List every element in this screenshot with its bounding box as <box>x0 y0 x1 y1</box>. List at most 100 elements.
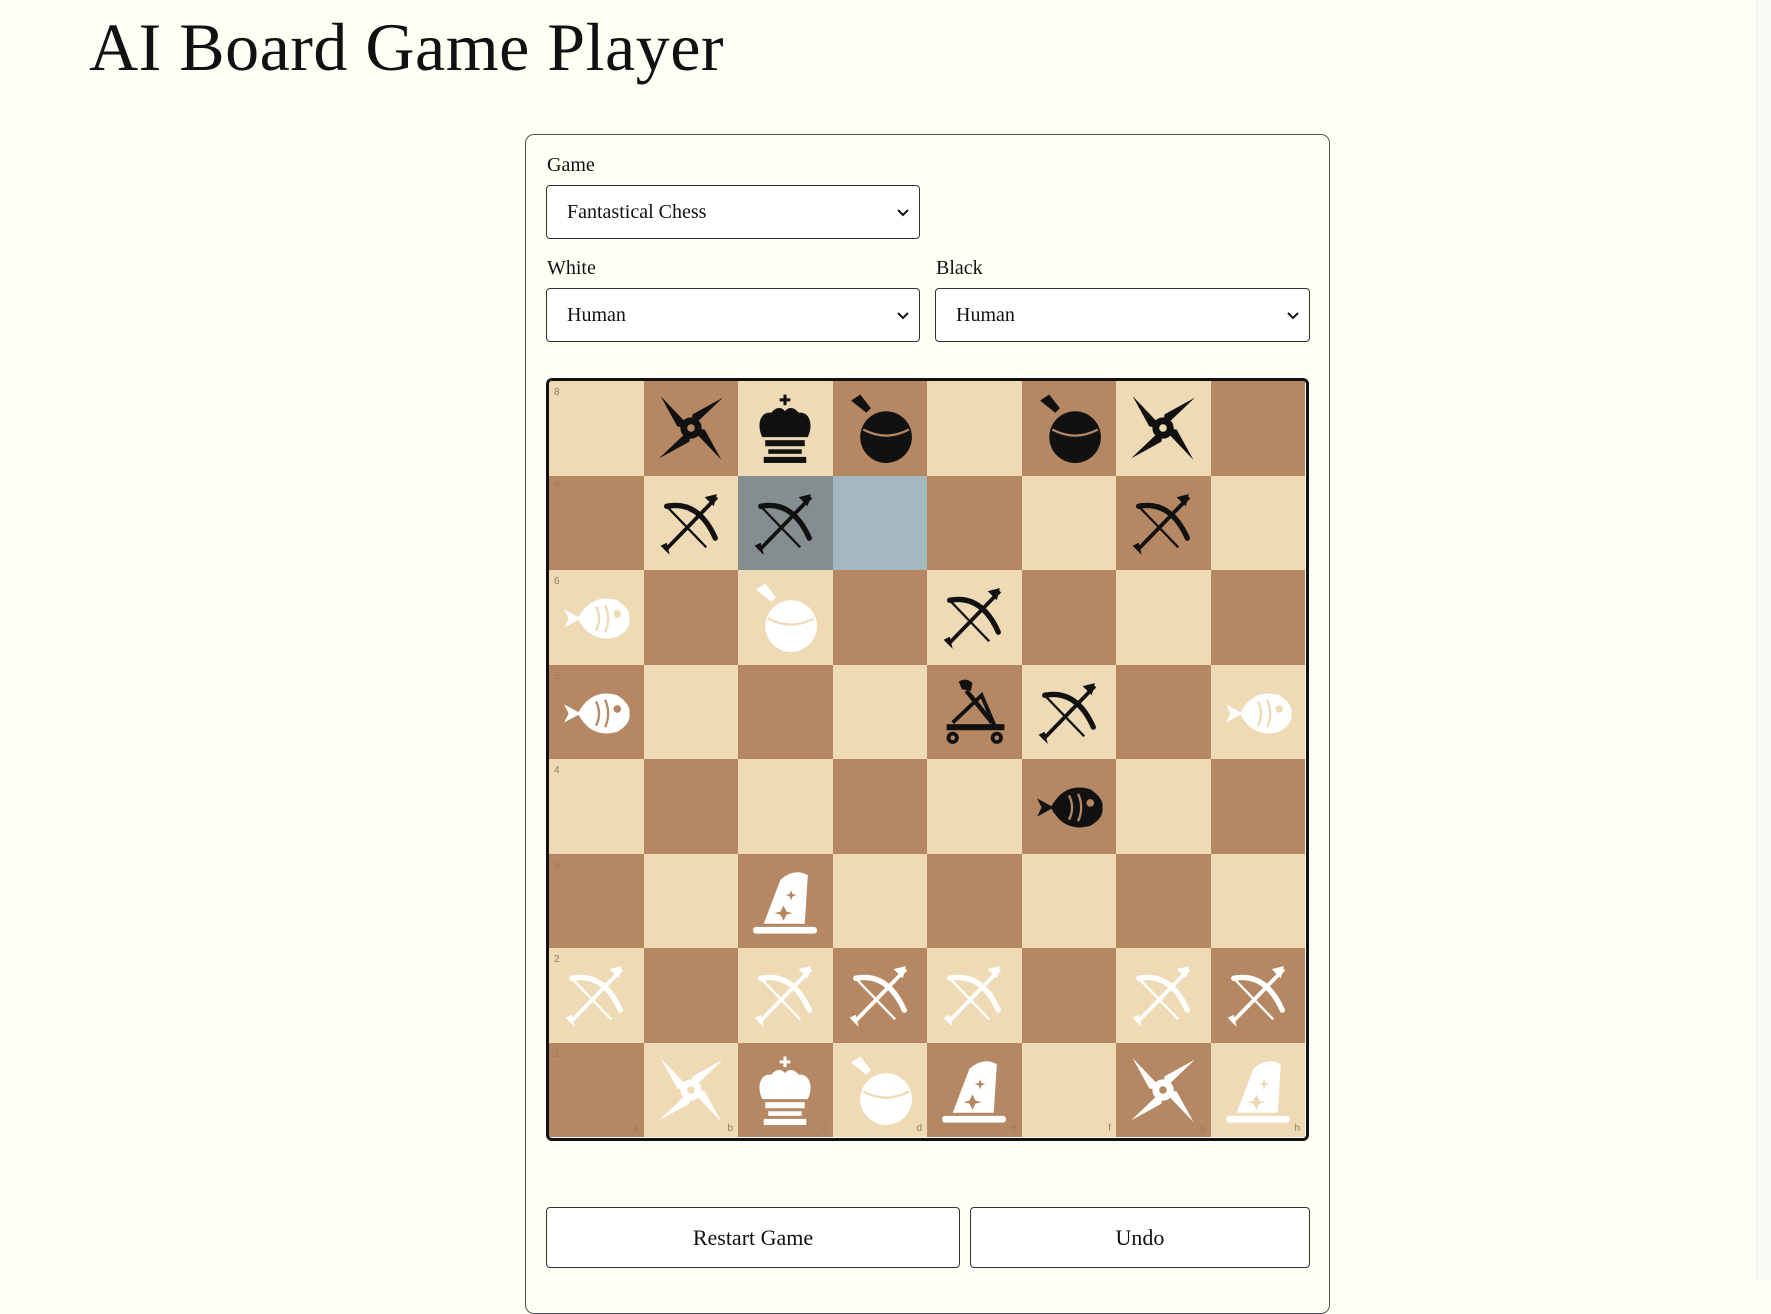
white-fish-icon[interactable] <box>558 674 634 750</box>
square-f5[interactable] <box>1021 664 1116 759</box>
square-d5[interactable] <box>832 664 927 759</box>
black-bow-arrow-icon[interactable] <box>747 485 823 561</box>
square-f7[interactable] <box>1021 475 1116 570</box>
square-c7[interactable] <box>738 475 833 570</box>
square-h8[interactable] <box>1210 381 1305 476</box>
square-a3[interactable]: 3 <box>549 853 644 948</box>
square-g4[interactable] <box>1116 759 1211 854</box>
square-d6[interactable] <box>832 570 927 665</box>
square-c4[interactable] <box>738 759 833 854</box>
white-fish-icon[interactable] <box>558 579 634 655</box>
square-d2[interactable] <box>832 948 927 1043</box>
restart-game-button[interactable]: Restart Game <box>546 1207 960 1268</box>
square-b3[interactable] <box>643 853 738 948</box>
black-catapult-icon[interactable] <box>936 674 1012 750</box>
square-a6[interactable]: 6 <box>549 570 644 665</box>
square-c6[interactable] <box>738 570 833 665</box>
white-shuriken-icon[interactable] <box>1125 1052 1201 1128</box>
square-h3[interactable] <box>1210 853 1305 948</box>
square-e4[interactable] <box>927 759 1022 854</box>
square-d4[interactable] <box>832 759 927 854</box>
square-h5[interactable] <box>1210 664 1305 759</box>
square-d3[interactable] <box>832 853 927 948</box>
square-h1[interactable]: h <box>1210 1042 1305 1137</box>
square-f1[interactable]: f <box>1021 1042 1116 1137</box>
square-a1[interactable]: 1a <box>549 1042 644 1137</box>
square-b4[interactable] <box>643 759 738 854</box>
square-b2[interactable] <box>643 948 738 1043</box>
black-shuriken-icon[interactable] <box>653 390 729 466</box>
scrollbar[interactable] <box>1756 0 1771 1281</box>
square-g5[interactable] <box>1116 664 1211 759</box>
black-bow-arrow-icon[interactable] <box>936 579 1012 655</box>
black-player-select[interactable]: Human <box>935 288 1310 342</box>
black-potion-icon[interactable] <box>1031 390 1107 466</box>
square-h7[interactable] <box>1210 475 1305 570</box>
square-e3[interactable] <box>927 853 1022 948</box>
game-select-label: Game <box>547 154 595 176</box>
white-bow-arrow-icon[interactable] <box>558 957 634 1033</box>
white-bow-arrow-icon[interactable] <box>747 957 823 1033</box>
square-g3[interactable] <box>1116 853 1211 948</box>
square-h6[interactable] <box>1210 570 1305 665</box>
game-select[interactable]: Fantastical Chess <box>546 185 920 239</box>
black-bow-arrow-icon[interactable] <box>1031 674 1107 750</box>
square-h2[interactable] <box>1210 948 1305 1043</box>
square-e2[interactable] <box>927 948 1022 1043</box>
square-g7[interactable] <box>1116 475 1211 570</box>
black-fish-icon[interactable] <box>1031 768 1107 844</box>
square-a2[interactable]: 2 <box>549 948 644 1043</box>
square-g2[interactable] <box>1116 948 1211 1043</box>
square-b1[interactable]: b <box>643 1042 738 1137</box>
square-c3[interactable] <box>738 853 833 948</box>
square-b5[interactable] <box>643 664 738 759</box>
square-d1[interactable]: d <box>832 1042 927 1137</box>
square-b7[interactable] <box>643 475 738 570</box>
white-shuriken-icon[interactable] <box>653 1052 729 1128</box>
square-f3[interactable] <box>1021 853 1116 948</box>
square-e6[interactable] <box>927 570 1022 665</box>
square-c5[interactable] <box>738 664 833 759</box>
square-a5[interactable]: 5 <box>549 664 644 759</box>
square-g8[interactable] <box>1116 381 1211 476</box>
white-wizard-hat-icon[interactable] <box>936 1052 1012 1128</box>
white-king-crown-icon[interactable] <box>747 1052 823 1128</box>
square-h4[interactable] <box>1210 759 1305 854</box>
black-shuriken-icon[interactable] <box>1125 390 1201 466</box>
square-e7[interactable] <box>927 475 1022 570</box>
square-g6[interactable] <box>1116 570 1211 665</box>
white-player-select[interactable]: Human <box>546 288 920 342</box>
black-potion-icon[interactable] <box>842 390 918 466</box>
square-d8[interactable] <box>832 381 927 476</box>
white-potion-icon[interactable] <box>747 579 823 655</box>
white-wizard-hat-icon[interactable] <box>747 863 823 939</box>
square-c1[interactable]: c <box>738 1042 833 1137</box>
white-potion-icon[interactable] <box>842 1052 918 1128</box>
white-fish-icon[interactable] <box>1220 674 1296 750</box>
white-bow-arrow-icon[interactable] <box>842 957 918 1033</box>
square-d7[interactable] <box>832 475 927 570</box>
square-g1[interactable]: g <box>1116 1042 1211 1137</box>
white-bow-arrow-icon[interactable] <box>1220 957 1296 1033</box>
white-wizard-hat-icon[interactable] <box>1220 1052 1296 1128</box>
square-b6[interactable] <box>643 570 738 665</box>
square-b8[interactable] <box>643 381 738 476</box>
square-c2[interactable] <box>738 948 833 1043</box>
square-f8[interactable] <box>1021 381 1116 476</box>
square-f2[interactable] <box>1021 948 1116 1043</box>
black-bow-arrow-icon[interactable] <box>1125 485 1201 561</box>
square-f6[interactable] <box>1021 570 1116 665</box>
square-e1[interactable]: e <box>927 1042 1022 1137</box>
white-bow-arrow-icon[interactable] <box>936 957 1012 1033</box>
square-e5[interactable] <box>927 664 1022 759</box>
square-f4[interactable] <box>1021 759 1116 854</box>
white-bow-arrow-icon[interactable] <box>1125 957 1201 1033</box>
square-e8[interactable] <box>927 381 1022 476</box>
square-a8[interactable]: 8 <box>549 381 644 476</box>
undo-button[interactable]: Undo <box>970 1207 1310 1268</box>
black-bow-arrow-icon[interactable] <box>653 485 729 561</box>
square-c8[interactable] <box>738 381 833 476</box>
square-a7[interactable]: 7 <box>549 475 644 570</box>
square-a4[interactable]: 4 <box>549 759 644 854</box>
black-king-crown-icon[interactable] <box>747 390 823 466</box>
